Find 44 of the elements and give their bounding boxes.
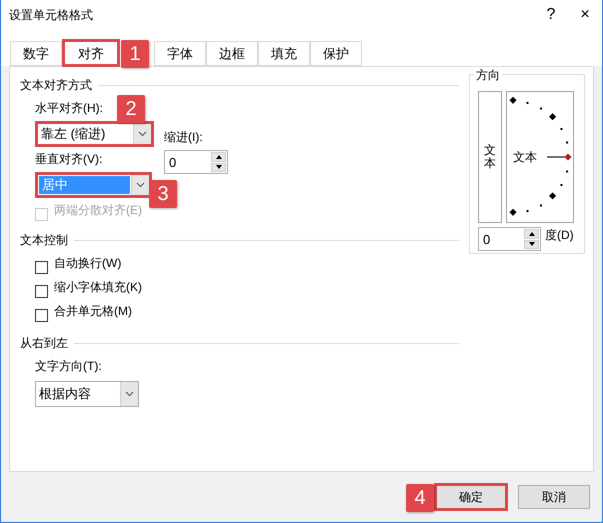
tab[interactable]: 保护 [310,41,362,66]
window-title: 设置单元格格式 [9,6,94,24]
tab[interactable]: 边框 [206,41,258,66]
tab[interactable]: 填充 [258,41,310,66]
arrow-down-icon [216,165,222,170]
arrow-up-icon [528,232,534,236]
checkbox[interactable] [35,308,48,322]
orientation-dial-drawing[interactable] [509,96,572,216]
step-badge: 1 [121,40,149,68]
chevron-down-icon [138,131,147,137]
ok-button[interactable]: 确定 [434,483,508,511]
tab[interactable]: 数字 [10,41,62,66]
chevron-down-icon [136,182,145,188]
cancel-button[interactable]: 取消 [518,485,590,509]
tab[interactable]: 字体 [154,41,206,66]
checkbox-label: 合并单元格(M) [54,303,132,320]
section-title: 文本控制 [20,232,68,249]
indent-spinner[interactable]: 0 [164,150,228,174]
close-button[interactable]: × [568,0,602,30]
section-title: 从右到左 [20,335,68,352]
field-label: 度(D) [545,227,574,244]
checkbox-label: 两端分散对齐(E) [54,202,142,219]
checkbox[interactable] [35,284,48,298]
field-label: 缩进(I): [164,129,203,146]
step-badge: 4 [406,484,434,512]
degrees-spinner[interactable]: 0 [478,227,541,251]
dial-text: 文本 [513,150,537,164]
chevron-down-icon [125,391,134,397]
checkbox[interactable] [35,260,48,274]
step-badge: 3 [149,180,177,208]
help-button[interactable]: ? [534,0,568,30]
tab[interactable]: 对齐 [62,39,120,67]
arrow-down-icon [528,242,534,246]
section-title: 文本对齐方式 [20,77,92,94]
vertical-text-button[interactable]: 文本 [478,91,502,223]
dropdown[interactable]: 根据内容 [35,381,139,407]
checkbox-label: 自动换行(W) [54,255,122,272]
field-label: 垂直对齐(V): [35,151,102,168]
step-badge: 2 [117,95,145,123]
dropdown[interactable]: 靠左 (缩进) [35,121,154,147]
field-label: 水平对齐(H): [35,100,103,117]
arrow-up-icon [216,154,222,159]
checkbox-label: 缩小字体填充(K) [54,279,142,296]
field-label: 文字方向(T): [35,358,102,375]
